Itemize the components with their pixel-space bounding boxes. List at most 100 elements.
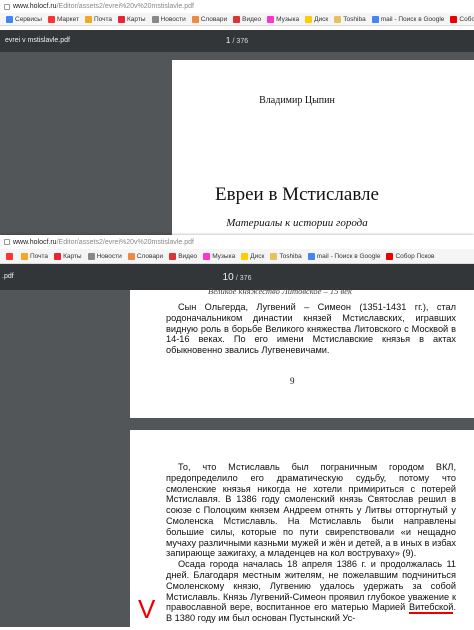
bottom-bookmark-8[interactable]: Toshiba xyxy=(270,252,302,260)
running-head: Великое княжество Литовское – 15 век xyxy=(208,286,352,296)
top-bookmark-0[interactable]: Сервисы xyxy=(6,15,42,23)
bookmark-label: Toshiba xyxy=(343,15,366,23)
top-bookmark-1[interactable]: Маркет xyxy=(47,15,79,23)
top-pdf-viewer[interactable]: Владимир Цыпин Евреи в Мстиславле Матери… xyxy=(0,52,474,245)
google-icon xyxy=(371,15,379,23)
top-bookmark-5[interactable]: Словари xyxy=(191,15,228,23)
bookmark-label: Сервисы xyxy=(15,15,42,23)
page9-text: Сын Ольгерда, Лугвений – Симеон (1351-14… xyxy=(166,302,456,356)
top-address-bar[interactable]: www.holocf.ru/Editor/assets2/evrei%20v%2… xyxy=(0,0,474,13)
google-icon xyxy=(307,252,315,260)
bottom-bookmark-7[interactable]: Диск xyxy=(241,252,265,260)
top-bookmark-8[interactable]: Диск xyxy=(305,15,329,23)
map-pin-icon xyxy=(118,15,126,23)
page9-paragraph: Сын Ольгерда, Лугвений – Симеон (1351-14… xyxy=(166,302,456,356)
top-bookmark-9[interactable]: Toshiba xyxy=(334,15,366,23)
dictionary-icon xyxy=(191,15,199,23)
bottom-total-pages: / 376 xyxy=(235,275,252,282)
bookmark-label: Карты xyxy=(63,252,82,260)
pdf-page-9: Великое княжество Литовское – 15 век Сын… xyxy=(130,286,474,418)
top-pdf-page-1: Владимир Цыпин Евреи в Мстиславле Матери… xyxy=(172,60,474,245)
bottom-bookmark-9[interactable]: mail - Поиск в Google xyxy=(307,252,381,260)
bookmark-label: Toshiba xyxy=(279,252,302,260)
bookmark-label: Музыка xyxy=(276,15,300,23)
yandex-icon xyxy=(386,252,394,260)
bottom-bookmark-5[interactable]: Видео xyxy=(169,252,198,260)
top-url-host: www.holocf.ru xyxy=(13,3,57,10)
bottom-page-indicator: 10 / 376 xyxy=(0,272,474,283)
bottom-bookmark-3[interactable]: Новости xyxy=(87,252,122,260)
music-icon xyxy=(203,252,211,260)
page-number: 9 xyxy=(290,376,295,386)
top-bookmark-4[interactable]: Новости xyxy=(151,15,186,23)
bottom-url-path: /Editor/assets2/evrei%20v%20mstislavle.p… xyxy=(56,238,194,246)
page-info-icon[interactable] xyxy=(4,239,10,245)
disk-icon xyxy=(305,15,313,23)
mail-icon xyxy=(21,252,28,260)
bookmark-label: Почта xyxy=(93,15,113,23)
bookmark-label: Словари xyxy=(200,15,228,23)
bottom-current-page[interactable]: 10 xyxy=(223,272,234,283)
bookmark-label: Карты xyxy=(127,15,146,23)
bookmark-label: Музыка xyxy=(212,252,236,260)
folder-icon xyxy=(334,15,342,23)
bookmark-label: Новости xyxy=(160,15,186,23)
bottom-bookmark-6[interactable]: Музыка xyxy=(203,252,236,260)
bottom-address-bar[interactable]: www.holocf.ru/Editor/assets2/evrei%20v%2… xyxy=(0,235,474,249)
top-pdf-toolbar: evrei v mstislavle.pdf 1 / 376 xyxy=(0,30,474,52)
page10-para2: Осада города началась 18 апреля 1386 г. … xyxy=(166,559,456,624)
bottom-bookmark-0[interactable] xyxy=(6,252,15,260)
mail-icon xyxy=(84,15,92,23)
bottom-bookmark-1[interactable]: Почта xyxy=(21,252,49,260)
map-pin-icon xyxy=(54,252,62,260)
red-v-annotation: V xyxy=(138,594,156,624)
bookmark-label: Диск xyxy=(250,252,265,260)
apps-grid-icon xyxy=(6,15,13,23)
bookmark-label: Словари xyxy=(136,252,164,260)
news-icon xyxy=(151,15,159,23)
top-bookmark-6[interactable]: Видео xyxy=(233,15,262,23)
folder-icon xyxy=(270,252,278,260)
bottom-bookmark-2[interactable]: Карты xyxy=(54,252,82,260)
top-total-pages: / 376 xyxy=(232,38,249,45)
news-icon xyxy=(87,252,95,260)
bookmark-label: mail - Поиск в Google xyxy=(380,15,445,23)
music-icon xyxy=(267,15,275,23)
bottom-bookmarks-bar: Почта Карты Новости Словари Видео Музыка Диск T… xyxy=(0,249,474,264)
page10-para1: То, что Мстиславль был пограничным город… xyxy=(166,462,456,559)
top-bookmark-10[interactable]: mail - Поиск в Google xyxy=(371,15,445,23)
bottom-bookmark-4[interactable]: Словари xyxy=(127,252,164,260)
top-current-page[interactable]: 1 xyxy=(226,36,230,45)
yandex-icon xyxy=(450,15,458,23)
book-title: Евреи в Мстиславле xyxy=(215,184,379,205)
bottom-bookmark-10[interactable]: Собор Псков xyxy=(386,252,434,260)
top-url-path: /Editor/assets2/evrei%20v%20mstislavle.p… xyxy=(56,3,194,10)
book-author: Владимир Цыпин xyxy=(259,95,335,106)
top-bookmark-3[interactable]: Карты xyxy=(118,15,146,23)
top-bookmark-2[interactable]: Почта xyxy=(84,15,113,23)
bookmark-label: Почта xyxy=(30,252,49,260)
bookmark-label: Новости xyxy=(96,252,122,260)
bookmark-label: Видео xyxy=(178,252,198,260)
video-icon xyxy=(233,15,241,23)
bookmark-label: mail - Поиск в Google xyxy=(316,252,381,260)
page-info-icon[interactable] xyxy=(4,3,10,10)
bookmark-label: Видео xyxy=(242,15,262,23)
book-subtitle: Материалы к истории города xyxy=(226,217,368,229)
video-icon xyxy=(169,252,177,260)
market-icon xyxy=(6,252,13,260)
top-bookmark-11[interactable]: Собор Пск xyxy=(450,15,474,23)
bookmark-label: Диск xyxy=(314,15,329,23)
top-bookmarks-bar: Сервисы Маркет Почта Карты Новости Словари Вид… xyxy=(0,13,474,26)
page10-body: То, что Мстиславль был пограничным город… xyxy=(166,462,456,624)
bottom-pdf-viewer[interactable]: Великое княжество Литовское – 15 век Сын… xyxy=(0,286,474,630)
bottom-url-host: www.holocf.ru xyxy=(13,238,57,246)
bookmark-label: Собор Пск xyxy=(459,15,474,23)
disk-icon xyxy=(241,252,249,260)
market-icon xyxy=(47,15,55,23)
top-page-indicator: 1 / 376 xyxy=(0,36,474,45)
dictionary-icon xyxy=(127,252,135,260)
top-bookmark-7[interactable]: Музыка xyxy=(267,15,300,23)
underlined-word: Витебской xyxy=(408,602,454,615)
pdf-page-10: То, что Мстиславль был пограничным город… xyxy=(130,430,474,630)
